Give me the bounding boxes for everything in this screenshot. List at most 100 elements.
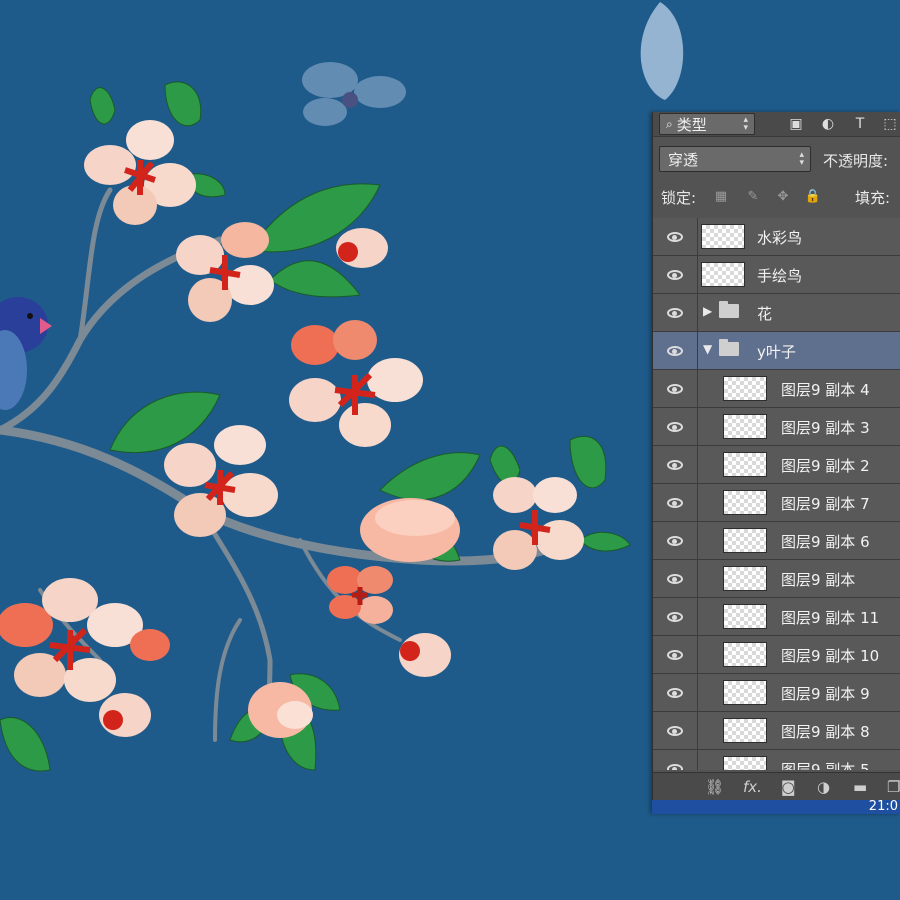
filter-bar: ⌕ 类型 ▴ ▾ ▣ ◐ T ⬚ [653, 112, 900, 137]
visibility-toggle[interactable] [653, 636, 698, 673]
layer-name: y叶子 [757, 343, 796, 361]
layer-row[interactable]: 图层9 副本 6 [653, 522, 900, 560]
fx-icon[interactable]: fx. [743, 778, 762, 796]
layer-thumbnail [701, 224, 745, 249]
eye-icon [667, 649, 683, 660]
eye-icon [667, 611, 683, 622]
type-filter-icon[interactable]: T [851, 115, 869, 133]
bud [99, 693, 151, 737]
visibility-toggle[interactable] [653, 218, 698, 255]
lock-row: 锁定: ▦ ✎ ✥ 🔒 填充: [653, 182, 900, 210]
layer-thumbnail [723, 490, 767, 515]
layer-row[interactable]: 图层9 副本 2 [653, 446, 900, 484]
opacity-label: 不透明度: [823, 152, 889, 170]
shape-filter-icon[interactable]: ⬚ [881, 115, 899, 133]
layer-thumbnail [723, 680, 767, 705]
eye-icon [667, 535, 683, 546]
filter-kind-label: 类型 [676, 115, 707, 134]
visibility-toggle[interactable] [653, 370, 698, 407]
filter-kind-select[interactable]: ⌕ 类型 ▴ ▾ [659, 113, 755, 135]
eye-icon [667, 763, 683, 770]
blend-row: 穿透 ▴ ▾ 不透明度: [653, 142, 900, 172]
layer-name: 图层9 副本 8 [781, 723, 870, 741]
layer-row[interactable]: 图层9 副本 10 [653, 636, 900, 674]
eye-icon [667, 269, 683, 280]
eye-icon [667, 421, 683, 432]
layer-row[interactable]: 图层9 副本 3 [653, 408, 900, 446]
layer-thumbnail [723, 566, 767, 591]
visibility-toggle[interactable] [653, 332, 698, 369]
blend-mode-label: 穿透 [668, 150, 699, 169]
layers-bottom-toolbar: ⛓ fx. ◙ ◑ ▬ ❐ [653, 772, 900, 801]
layer-thumbnail [723, 756, 767, 770]
lock-transparent-icon[interactable]: ▦ [713, 188, 729, 204]
taskbar-strip: 21:0 [652, 799, 900, 814]
lock-paint-icon[interactable]: ✎ [745, 188, 761, 204]
layer-name: 图层9 副本 4 [781, 381, 870, 399]
layer-name: 花 [757, 305, 773, 323]
layer-row[interactable]: 图层9 副本 11 [653, 598, 900, 636]
lock-all-icon[interactable]: 🔒 [805, 188, 821, 204]
layer-name: 图层9 副本 3 [781, 419, 870, 437]
layer-name: 图层9 副本 6 [781, 533, 870, 551]
folder-icon [719, 301, 739, 318]
visibility-toggle[interactable] [653, 712, 698, 749]
layer-row[interactable]: 图层9 副本 7 [653, 484, 900, 522]
layer-row[interactable]: 水彩鸟 [653, 218, 900, 256]
eye-icon [667, 345, 683, 356]
layer-row[interactable]: 图层9 副本 5 [653, 750, 900, 770]
layers-panel: ⌕ 类型 ▴ ▾ ▣ ◐ T ⬚ 穿透 ▴ ▾ 不透明度: 锁定: ▦ ✎ ✥ 🔒 … [652, 112, 900, 814]
layer-row[interactable]: 图层9 副本 9 [653, 674, 900, 712]
layer-thumbnail [723, 528, 767, 553]
bud [360, 498, 460, 562]
layer-name: 手绘鸟 [757, 267, 803, 285]
layer-row[interactable]: 图层9 副本 4 [653, 370, 900, 408]
link-layers-icon[interactable]: ⛓ [705, 778, 724, 796]
clock-text: 21:0 [868, 799, 898, 814]
layer-group-row[interactable]: ▶ 花 [653, 294, 900, 332]
lock-label: 锁定: [661, 189, 697, 207]
visibility-toggle[interactable] [653, 484, 698, 521]
layer-group-row[interactable]: ▼ y叶子 [653, 332, 900, 370]
bud [399, 633, 451, 677]
new-layer-icon[interactable]: ❐ [887, 778, 900, 796]
spinner-icon: ▴ ▾ [743, 115, 748, 133]
fill-label: 填充: [855, 189, 891, 207]
eye-icon [667, 687, 683, 698]
layer-row[interactable]: 手绘鸟 [653, 256, 900, 294]
folder-icon [719, 339, 739, 356]
visibility-toggle[interactable] [653, 522, 698, 559]
mask-icon[interactable]: ◙ [781, 778, 796, 796]
eye-icon [667, 573, 683, 584]
layer-thumbnail [723, 452, 767, 477]
spinner-icon: ▴ ▾ [799, 150, 804, 168]
visibility-toggle[interactable] [653, 446, 698, 483]
adjustment-icon[interactable]: ◑ [817, 778, 830, 796]
layer-list: 水彩鸟 手绘鸟 ▶ 花 ▼ y叶子 图层9 副本 4 图层9 副本 3 图层9 … [653, 218, 900, 770]
visibility-toggle[interactable] [653, 560, 698, 597]
eye-icon [667, 459, 683, 470]
layer-row[interactable]: 图层9 副本 [653, 560, 900, 598]
visibility-toggle[interactable] [653, 256, 698, 293]
search-icon: ⌕ [666, 116, 673, 131]
layer-name: 水彩鸟 [757, 229, 803, 247]
layer-thumbnail [723, 642, 767, 667]
visibility-toggle[interactable] [653, 598, 698, 635]
visibility-toggle[interactable] [653, 750, 698, 770]
layer-name: 图层9 副本 2 [781, 457, 870, 475]
blend-mode-select[interactable]: 穿透 ▴ ▾ [659, 146, 811, 172]
layer-name: 图层9 副本 [781, 571, 856, 589]
image-filter-icon[interactable]: ▣ [787, 115, 805, 133]
visibility-toggle[interactable] [653, 674, 698, 711]
layer-name: 图层9 副本 10 [781, 647, 880, 665]
expand-arrow-icon[interactable]: ▶ [703, 304, 712, 318]
lock-move-icon[interactable]: ✥ [775, 188, 791, 204]
eye-icon [667, 725, 683, 736]
visibility-toggle[interactable] [653, 408, 698, 445]
layer-thumbnail [723, 604, 767, 629]
adjustment-filter-icon[interactable]: ◐ [819, 115, 837, 133]
layer-row[interactable]: 图层9 副本 8 [653, 712, 900, 750]
visibility-toggle[interactable] [653, 294, 698, 331]
new-group-icon[interactable]: ▬ [853, 778, 867, 796]
collapse-arrow-icon[interactable]: ▼ [703, 342, 712, 356]
